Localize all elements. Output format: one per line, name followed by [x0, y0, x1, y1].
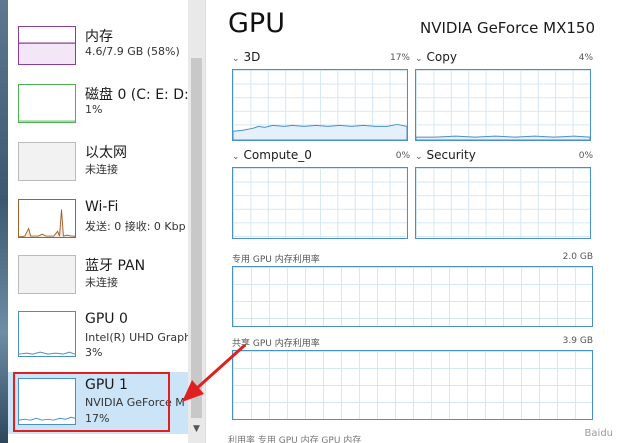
engine-graph-compute	[232, 167, 408, 239]
scroll-down-icon[interactable]: ▼	[191, 423, 202, 435]
engine-selector-copy[interactable]: ⌄ Copy	[415, 50, 457, 64]
shared-memory-max: 3.9 GB	[562, 336, 593, 346]
memory-thumbnail	[18, 26, 76, 65]
sidebar-item-usage: 3%	[85, 346, 103, 359]
engine-percent: 0%	[578, 151, 593, 161]
engine-graph-security	[415, 167, 591, 239]
sidebar-scrollbar[interactable]: ▼	[188, 0, 205, 443]
engine-label: 3D	[243, 50, 261, 64]
sidebar-item-title: GPU 0	[85, 311, 128, 327]
sidebar-item-ethernet[interactable]: 以太网 未连接	[8, 142, 188, 198]
engine-selector-compute[interactable]: ⌄ Compute_0	[232, 148, 312, 162]
sidebar-item-gpu0[interactable]: GPU 0 Intel(R) UHD Graph 3%	[8, 311, 188, 369]
shared-memory-label: 共享 GPU 内存利用率	[232, 339, 320, 349]
engine-label: Compute_0	[243, 148, 312, 162]
wifi-thumbnail	[18, 199, 76, 238]
sidebar-item-wifi[interactable]: Wi-Fi 发送: 0 接收: 0 Kbp	[8, 199, 188, 255]
sidebar-item-title: 磁盘 0 (C: E: D:	[85, 87, 188, 103]
engine-percent: 17%	[389, 53, 410, 63]
stats-row-partial: 利用率 专用 GPU 内存 GPU 内存	[228, 436, 362, 443]
engine-label: Security	[426, 148, 476, 162]
chevron-down-icon: ⌄	[415, 152, 423, 162]
dedicated-memory-graph	[232, 266, 593, 327]
sidebar-item-memory[interactable]: 内存 4.6/7.9 GB (58%)	[8, 26, 188, 82]
gpu-model-name: NVIDIA GeForce MX150	[420, 19, 595, 37]
sidebar-item-title: Wi-Fi	[85, 199, 119, 215]
page-title: GPU	[228, 8, 285, 39]
engine-graph-copy	[415, 69, 591, 141]
watermark: Baidu	[584, 428, 613, 439]
dedicated-memory-label: 专用 GPU 内存利用率	[232, 255, 320, 265]
sidebar-item-subtitle: 未连接	[85, 276, 118, 289]
disk-thumbnail	[18, 84, 76, 123]
engine-selector-3d[interactable]: ⌄ 3D	[232, 50, 260, 64]
engine-percent: 4%	[578, 53, 593, 63]
shared-memory-graph	[232, 350, 593, 420]
chevron-down-icon: ⌄	[232, 54, 240, 64]
chevron-down-icon: ⌄	[415, 54, 423, 64]
desktop-background	[0, 0, 8, 443]
sidebar-item-subtitle: 未连接	[85, 163, 118, 176]
pane-divider	[205, 0, 206, 443]
engine-graph-3d	[232, 69, 408, 141]
sidebar-item-bluetooth[interactable]: 蓝牙 PAN 未连接	[8, 255, 188, 311]
dedicated-memory-max: 2.0 GB	[562, 252, 593, 262]
engine-selector-security[interactable]: ⌄ Security	[415, 148, 476, 162]
gpu0-thumbnail	[18, 311, 76, 357]
sidebar-item-disk[interactable]: 磁盘 0 (C: E: D: 1%	[8, 84, 188, 140]
sidebar-item-title: 内存	[85, 29, 113, 45]
sidebar-item-title: 以太网	[85, 145, 127, 161]
sidebar-item-title: 蓝牙 PAN	[85, 258, 146, 274]
engine-percent: 0%	[395, 151, 410, 161]
bluetooth-thumbnail	[18, 255, 76, 294]
engine-label: Copy	[426, 50, 457, 64]
scrollbar-thumb[interactable]	[191, 58, 202, 418]
ethernet-thumbnail	[18, 142, 76, 181]
sidebar-item-subtitle: 1%	[85, 103, 103, 116]
annotation-highlight-box	[13, 372, 170, 432]
sidebar-item-subtitle: 发送: 0 接收: 0 Kbp	[85, 220, 186, 233]
sidebar-item-subtitle: Intel(R) UHD Graph	[85, 331, 188, 344]
chevron-down-icon: ⌄	[232, 152, 240, 162]
sidebar-item-subtitle: 4.6/7.9 GB (58%)	[85, 45, 180, 58]
